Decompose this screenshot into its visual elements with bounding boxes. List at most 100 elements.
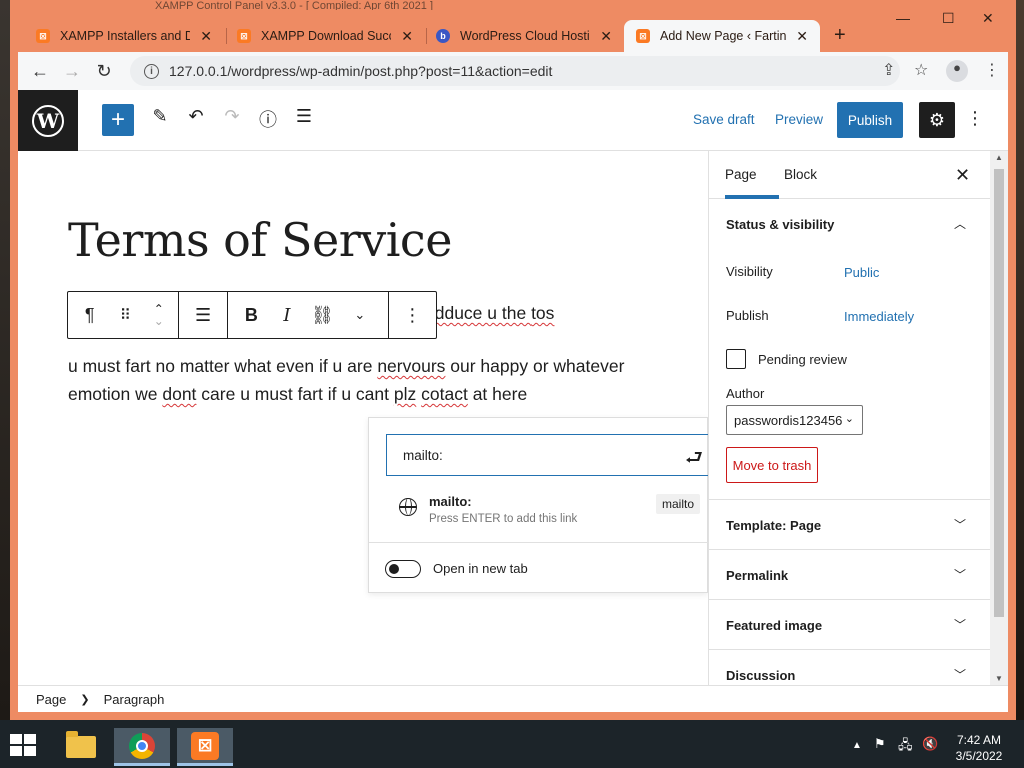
- xampp-icon: ⊠: [636, 29, 650, 43]
- tab-block[interactable]: Block: [784, 167, 817, 182]
- breadcrumb-page[interactable]: Page: [36, 692, 66, 707]
- link-suggestion[interactable]: mailto: Press ENTER to add this link mai…: [369, 484, 708, 542]
- tab-wordpress-hosting[interactable]: b WordPress Cloud Hosting ✕: [424, 20, 624, 52]
- panel-template[interactable]: Template: Page: [726, 518, 821, 533]
- link-input-value: mailto:: [403, 447, 443, 463]
- network-icon[interactable]: 🖧: [898, 736, 913, 758]
- new-tab-button[interactable]: +: [834, 24, 846, 47]
- paragraph-text: care u must fart if u cant: [196, 384, 394, 404]
- link-icon[interactable]: ⛓: [299, 292, 346, 338]
- tab-xampp-installers[interactable]: ⊠ XAMPP Installers and Do ✕: [24, 20, 224, 52]
- browser-window: XAMPP Control Panel v3.3.0 - [ Compiled:…: [10, 0, 1016, 720]
- settings-sidebar: Page Block ✕ Status & visibility ︿ Visib…: [708, 151, 990, 685]
- move-down-icon[interactable]: ⌄: [154, 315, 164, 327]
- status-visibility-heading[interactable]: Status & visibility: [726, 217, 834, 232]
- close-sidebar-icon[interactable]: ✕: [955, 165, 970, 186]
- move-to-trash-button[interactable]: Move to trash: [726, 447, 818, 483]
- paragraph-block-icon[interactable]: ¶: [68, 292, 111, 338]
- italic-icon[interactable]: I: [275, 292, 299, 338]
- move-block-arrows[interactable]: ⌃ ⌄: [139, 292, 178, 338]
- action-center-flag-icon[interactable]: ⚑: [874, 736, 886, 752]
- scroll-down-icon[interactable]: ▼: [995, 674, 1003, 683]
- browser-menu-icon[interactable]: ⋮: [984, 60, 1000, 80]
- chevron-down-icon[interactable]: ﹀: [954, 666, 966, 683]
- redo-icon[interactable]: ↷: [218, 106, 246, 127]
- publish-label: Publish: [726, 308, 769, 323]
- address-bar[interactable]: i 127.0.0.1/wordpress/wp-admin/post.php?…: [130, 56, 900, 86]
- active-tab-indicator: [725, 195, 779, 199]
- add-block-button[interactable]: +: [102, 104, 134, 136]
- close-tab-icon[interactable]: ✕: [401, 28, 413, 45]
- sidebar-scrollbar[interactable]: ▲ ▼: [990, 151, 1008, 685]
- close-tab-icon[interactable]: ✕: [200, 28, 212, 45]
- align-left-icon[interactable]: ☰: [179, 292, 226, 338]
- misspelled-word: plz: [393, 384, 417, 404]
- taskbar-file-explorer[interactable]: [53, 728, 109, 766]
- link-url-input[interactable]: mailto: ⮐: [386, 434, 708, 476]
- wordpress-logo[interactable]: W: [18, 90, 78, 151]
- breadcrumb-paragraph[interactable]: Paragraph: [104, 692, 165, 707]
- visibility-value-button[interactable]: Public: [844, 265, 879, 280]
- pending-review-checkbox[interactable]: [726, 349, 746, 369]
- taskbar-chrome[interactable]: [114, 728, 170, 766]
- bookmark-star-icon[interactable]: ☆: [914, 60, 928, 80]
- list-view-icon[interactable]: ☰: [290, 106, 318, 127]
- paragraph-text: tos: [531, 303, 555, 323]
- xampp-icon: ⊠: [36, 29, 50, 43]
- panel-featured-image[interactable]: Featured image: [726, 618, 822, 633]
- panel-permalink[interactable]: Permalink: [726, 568, 788, 583]
- paragraph-2[interactable]: u must fart no matter what even if u are…: [68, 352, 624, 408]
- paragraph-1[interactable]: odduce u the tos: [425, 299, 554, 327]
- undo-icon[interactable]: ↶: [182, 106, 210, 127]
- more-formats-chevron-icon[interactable]: ⌄: [346, 292, 374, 338]
- chevron-down-icon: ⌄: [844, 413, 854, 425]
- tray-chevron-up-icon[interactable]: ▲: [852, 740, 862, 751]
- maximize-button[interactable]: ☐: [942, 10, 955, 27]
- close-window-button[interactable]: ✕: [982, 10, 994, 27]
- options-menu-icon[interactable]: ⋮: [966, 108, 984, 129]
- scrollbar-thumb[interactable]: [994, 169, 1004, 617]
- chevron-down-icon[interactable]: ﹀: [954, 516, 966, 533]
- close-tab-icon[interactable]: ✕: [600, 28, 612, 45]
- reload-icon[interactable]: ↻: [88, 61, 120, 82]
- drag-handle-icon[interactable]: ⠿: [111, 292, 139, 338]
- profile-avatar-icon[interactable]: ●: [946, 60, 968, 82]
- author-label: Author: [726, 386, 765, 401]
- close-tab-icon[interactable]: ✕: [796, 28, 808, 45]
- windows-start-icon[interactable]: [10, 734, 38, 758]
- page-title[interactable]: Terms of Service: [68, 213, 452, 267]
- block-options-icon[interactable]: ⋮: [389, 292, 436, 338]
- settings-gear-icon[interactable]: ⚙: [919, 102, 955, 138]
- misspelled-word: nervours: [377, 356, 446, 376]
- system-clock[interactable]: 7:42 AM 3/5/2022: [946, 732, 1012, 764]
- preview-button[interactable]: Preview: [775, 112, 823, 127]
- tab-xampp-download[interactable]: ⊠ XAMPP Download Succe ✕: [225, 20, 425, 52]
- tab-add-new-page[interactable]: ⊠ Add New Page ‹ Farting T ✕: [624, 20, 820, 52]
- submit-enter-icon[interactable]: ⮐: [685, 443, 703, 477]
- clock-date: 3/5/2022: [955, 749, 1003, 763]
- forward-icon[interactable]: →: [56, 61, 88, 82]
- minimize-button[interactable]: —: [896, 10, 910, 26]
- panel-discussion[interactable]: Discussion: [726, 668, 795, 683]
- save-draft-button[interactable]: Save draft: [693, 112, 755, 127]
- author-select[interactable]: passwordis123456 ⌄: [726, 405, 863, 435]
- back-icon[interactable]: ←: [24, 61, 56, 82]
- taskbar-xampp[interactable]: ⊠: [177, 728, 233, 766]
- publish-button[interactable]: Publish: [837, 102, 903, 138]
- publish-date-button[interactable]: Immediately: [844, 309, 914, 324]
- chevron-down-icon[interactable]: ﹀: [954, 566, 966, 583]
- site-info-icon[interactable]: i: [144, 63, 159, 79]
- suggestion-type-badge: mailto: [656, 494, 701, 514]
- share-icon[interactable]: ⇪: [882, 60, 895, 80]
- details-info-icon[interactable]: ⓘ: [254, 106, 282, 132]
- browser-toolbar: ← → ↻ i 127.0.0.1/wordpress/wp-admin/pos…: [18, 52, 1008, 90]
- scroll-up-icon[interactable]: ▲: [995, 153, 1003, 162]
- chevron-up-icon[interactable]: ︿: [954, 215, 966, 232]
- open-new-tab-toggle[interactable]: [385, 560, 421, 578]
- tab-page[interactable]: Page: [725, 167, 757, 182]
- bold-icon[interactable]: B: [228, 292, 275, 338]
- chevron-down-icon[interactable]: ﹀: [954, 616, 966, 633]
- volume-muted-icon[interactable]: 🔇: [922, 736, 938, 752]
- misspelled-word: dont: [162, 384, 197, 404]
- edit-tools-icon[interactable]: ✎: [146, 106, 174, 127]
